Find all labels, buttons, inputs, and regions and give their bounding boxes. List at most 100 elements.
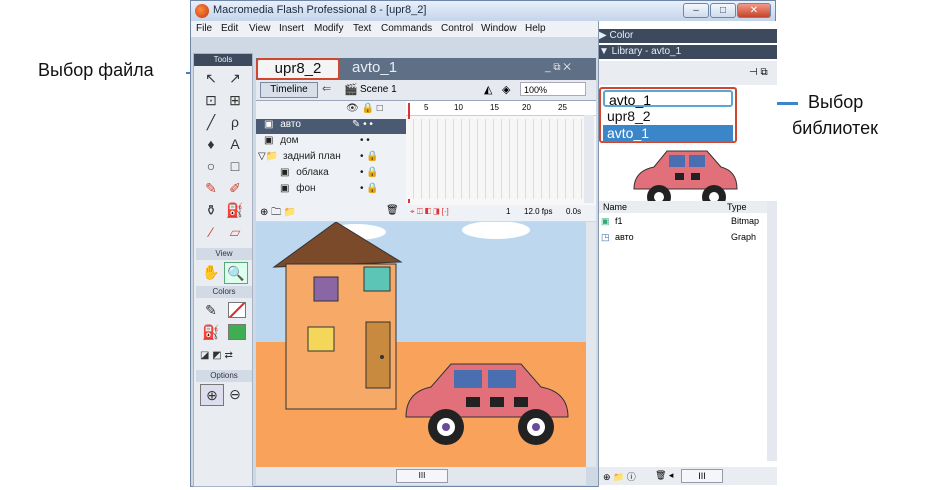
document-window-controls[interactable]: _ ⧉ ✕ (545, 62, 571, 73)
rectangle-tool-icon[interactable]: □ (224, 156, 246, 176)
edit-scene-icon[interactable]: ◈ (502, 83, 510, 96)
library-panel-header[interactable]: ▼ Library - avto_1 (599, 45, 777, 59)
layer-row[interactable]: ▣ фон • 🔒 (256, 183, 406, 198)
timeline-button[interactable]: Timeline (260, 82, 318, 98)
layer-icon: ▣ (264, 135, 274, 146)
scroll-thumb[interactable]: III (396, 469, 448, 483)
layer-icon: ▣ (264, 119, 274, 130)
layer-row[interactable]: ▣ дом • • (256, 135, 406, 150)
annotation-file-select: Выбор файла (38, 60, 154, 80)
frame-grid[interactable] (406, 119, 582, 199)
maximize-button[interactable]: □ (710, 3, 736, 18)
library-option-selected[interactable]: avto_1 (603, 90, 733, 108)
pin-icon[interactable]: ⊣ ⧉ (749, 67, 768, 78)
tab-upr8-2[interactable]: upr8_2 (256, 58, 340, 80)
menu-modify[interactable]: Modify (314, 23, 343, 34)
color-panel-header[interactable]: ▶ Color (599, 29, 777, 43)
fill-color-icon[interactable]: ⛽ (200, 322, 222, 342)
menu-view[interactable]: View (249, 23, 271, 34)
frames-scrollbar[interactable] (584, 115, 594, 203)
line-tool-icon[interactable]: ╱ (200, 112, 222, 132)
fill-swatch[interactable] (228, 324, 246, 340)
layer-folder-row[interactable]: ▽📁 задний план • 🔒 (256, 151, 406, 166)
lock-icon: • 🔒 (360, 183, 379, 194)
menu-insert[interactable]: Insert (279, 23, 304, 34)
layer-row[interactable]: ▣ авто ✎ • • (256, 119, 406, 134)
delete-layer-icon[interactable]: 🗑 (386, 205, 399, 216)
layer-row[interactable]: ▣ облака • 🔒 (256, 167, 406, 182)
library-row[interactable]: ◳ авто Graph (599, 231, 767, 245)
close-button[interactable]: ✕ (737, 3, 771, 18)
stage-vertical-scrollbar[interactable] (586, 222, 596, 467)
back-arrow-icon[interactable]: ⇐ (322, 82, 331, 95)
color-swap-icons[interactable]: ◪ ◩ ⇄ (200, 350, 233, 361)
eyedropper-icon[interactable]: ⁄ (200, 222, 222, 242)
right-panels: ▶ Color ▼ Library - avto_1 ⊣ ⧉ avto_1 up… (598, 21, 777, 487)
item-type: Bitmap (731, 216, 760, 226)
frame-number: 15 (490, 103, 499, 112)
eraser-icon[interactable]: ▱ (224, 222, 246, 242)
brush-tool-icon[interactable]: ✐ (224, 178, 246, 198)
current-frame: 1 (506, 207, 511, 216)
paint-bucket-icon[interactable]: ⛽ (224, 200, 246, 220)
pen-tool-icon[interactable]: ♦ (200, 134, 222, 154)
menu-file[interactable]: File (196, 23, 212, 34)
delete-icon[interactable]: 🗑 ◂ (655, 470, 673, 481)
lasso-tool-icon[interactable]: ρ (224, 112, 246, 132)
minimize-button[interactable]: – (683, 3, 709, 18)
folder-icon: ▽📁 (258, 151, 279, 162)
item-name: авто (615, 232, 634, 242)
zoom-in-icon[interactable]: ⊕ (200, 384, 224, 406)
library-option[interactable]: upr8_2 (603, 108, 733, 125)
frame-number: 10 (454, 103, 463, 112)
hand-tool-icon[interactable]: ✋ (200, 262, 222, 282)
text-tool-icon[interactable]: A (224, 134, 246, 154)
layer-name: задний план (282, 151, 341, 162)
layer-state-dots: • • (360, 135, 370, 146)
name-column-header[interactable]: Name (603, 202, 627, 212)
graphic-icon: ◳ (601, 232, 610, 242)
layers-panel: 👁 🔒 □ ▣ авто ✎ • • ▣ дом • • ▽📁 задний п… (256, 101, 406, 221)
library-scroll-thumb[interactable]: III (681, 469, 723, 483)
add-layer-icons[interactable]: ⊕ 🗀 📁 (260, 205, 296, 222)
library-list-header: Name Type (599, 201, 767, 213)
oval-tool-icon[interactable]: ○ (200, 156, 222, 176)
tools-title: Tools (194, 54, 252, 66)
menu-window[interactable]: Window (481, 23, 517, 34)
fill-transform-icon[interactable]: ⊞ (224, 90, 246, 110)
library-select-dropdown[interactable]: avto_1 upr8_2 avto_1 (599, 87, 737, 143)
annotation-library-select-2: библиотек (792, 118, 878, 138)
stage-illustration (256, 222, 586, 467)
menu-edit[interactable]: Edit (221, 23, 238, 34)
zoom-tool-icon[interactable]: 🔍 (224, 262, 248, 284)
frame-number: 25 (558, 103, 567, 112)
menu-help[interactable]: Help (525, 23, 546, 34)
subselect-tool-icon[interactable]: ↗ (224, 68, 246, 88)
scene-label[interactable]: Scene 1 (360, 84, 397, 95)
type-column-header[interactable]: Type (727, 202, 747, 212)
ink-bottle-icon[interactable]: ⚱ (200, 200, 222, 220)
title-bar: Macromedia Flash Professional 8 - [upr8_… (191, 1, 775, 21)
layer-icon: ▣ (280, 183, 290, 194)
new-symbol-icons[interactable]: ⊕ 📁 ⓘ (603, 470, 636, 483)
zoom-out-icon[interactable]: ⊖ (224, 384, 246, 404)
stroke-color-icon[interactable]: ✎ (200, 300, 222, 320)
item-name: f1 (615, 216, 623, 226)
menu-control[interactable]: Control (441, 23, 473, 34)
arrow-tool-icon[interactable]: ↖ (200, 68, 222, 88)
stage[interactable] (256, 222, 586, 467)
edit-symbols-icon[interactable]: ◭ (484, 83, 492, 96)
menu-text[interactable]: Text (353, 23, 371, 34)
stage-horizontal-scrollbar[interactable]: III (256, 467, 586, 485)
tab-avto-1[interactable]: avto_1 (352, 59, 397, 76)
onion-skin-icons[interactable]: ⌖ ◫ ◧ ◨ [·] (410, 207, 449, 217)
pencil-tool-icon[interactable]: ✎ (200, 178, 222, 198)
stroke-swatch[interactable] (228, 302, 246, 318)
library-scrollbar[interactable] (767, 201, 777, 461)
free-transform-icon[interactable]: ⊡ (200, 90, 222, 110)
menu-commands[interactable]: Commands (381, 23, 432, 34)
library-row[interactable]: ▣ f1 Bitmap (599, 215, 767, 229)
zoom-select[interactable]: 100% (520, 82, 586, 96)
annotation-library-select-1: Выбор (808, 92, 864, 112)
layer-name: облака (296, 167, 329, 178)
